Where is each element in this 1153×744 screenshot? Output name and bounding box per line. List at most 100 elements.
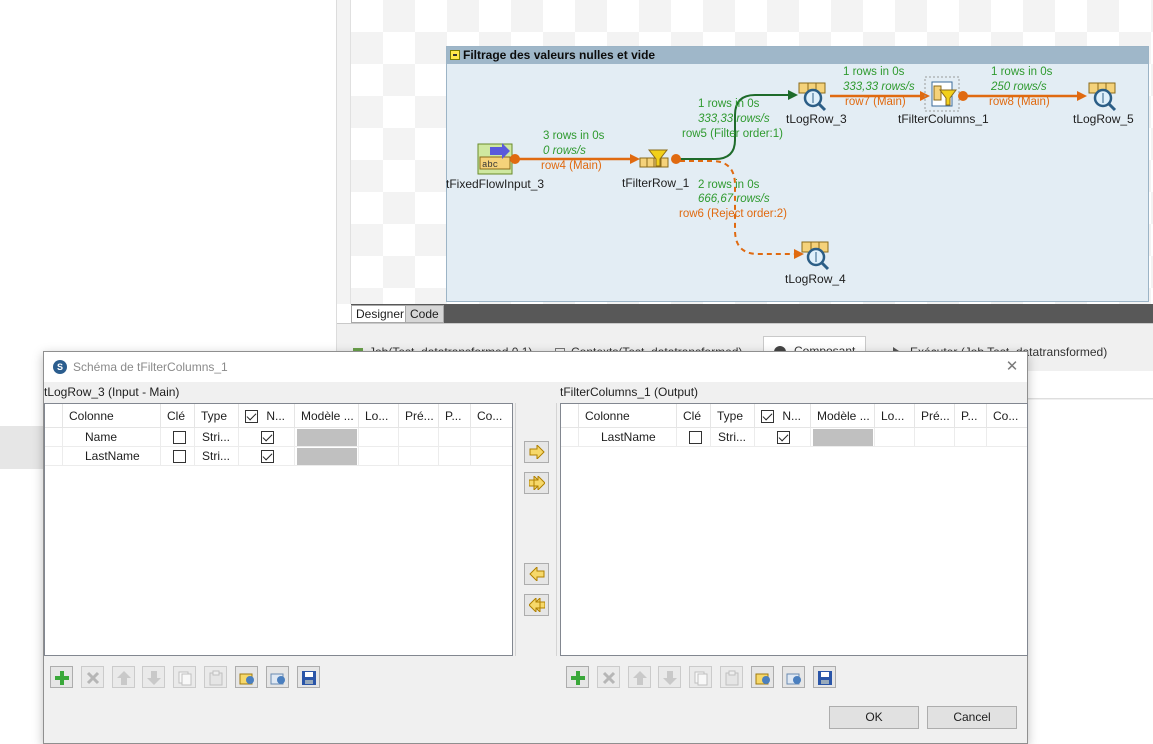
log-row-5-icon[interactable] <box>1088 82 1117 112</box>
nullable-cell[interactable] <box>755 428 811 447</box>
tab-code[interactable]: Code <box>405 305 444 323</box>
row8-name[interactable]: row8 (Main) <box>989 96 1050 108</box>
filter-columns-icon[interactable] <box>924 76 968 112</box>
type-cell[interactable]: Stri... <box>195 428 239 447</box>
log-row-4-icon[interactable] <box>801 241 830 271</box>
nullable-all-checkbox[interactable] <box>761 410 774 424</box>
precision-cell[interactable] <box>399 428 439 447</box>
cle-cell[interactable] <box>161 428 195 447</box>
export-schema-button[interactable] <box>782 666 805 688</box>
export-schema-button[interactable] <box>266 666 289 688</box>
row4-name[interactable]: row4 (Main) <box>541 160 602 172</box>
colonne-cell[interactable]: Name <box>63 428 161 447</box>
key-checkbox[interactable] <box>173 450 186 463</box>
filter-row-icon[interactable] <box>639 149 681 168</box>
ok-button[interactable]: OK <box>829 706 919 729</box>
log-row-3-label[interactable]: tLogRow_3 <box>786 112 847 126</box>
nullable-all-checkbox[interactable] <box>245 410 258 424</box>
col-header-modele[interactable]: Modèle ... <box>295 404 359 428</box>
pattern-cell[interactable] <box>439 447 471 466</box>
move-up-button[interactable] <box>112 666 135 688</box>
colonne-cell[interactable]: LastName <box>579 428 677 447</box>
col-header-nullable[interactable]: N... <box>239 404 295 428</box>
add-column-button[interactable] <box>566 666 589 688</box>
col-header-colonne[interactable]: Colonne <box>579 404 677 428</box>
key-checkbox[interactable] <box>689 431 702 444</box>
move-up-button[interactable] <box>628 666 651 688</box>
commentaire-cell[interactable] <box>987 428 1027 447</box>
commentaire-cell[interactable] <box>471 428 512 447</box>
import-schema-button[interactable] <box>235 666 258 688</box>
longueur-cell[interactable] <box>875 428 915 447</box>
col-header-colonne[interactable]: Colonne <box>63 404 161 428</box>
nullable-checkbox[interactable] <box>261 431 274 444</box>
tab-designer[interactable]: Designer <box>351 305 410 323</box>
input-schema-table[interactable]: Colonne Clé Type N... Modèle ... Lo... P… <box>44 403 513 656</box>
precision-cell[interactable] <box>915 428 955 447</box>
fixed-flow-input-label[interactable]: tFixedFlowInput_3 <box>446 177 544 191</box>
modele-cell[interactable] <box>295 428 359 447</box>
key-checkbox[interactable] <box>173 431 186 444</box>
col-header-cle[interactable]: Clé <box>677 404 711 428</box>
add-column-button[interactable] <box>50 666 73 688</box>
move-down-button[interactable] <box>142 666 165 688</box>
col-header-nullable[interactable]: N... <box>755 404 811 428</box>
paste-button[interactable] <box>720 666 743 688</box>
remove-column-button[interactable] <box>597 666 620 688</box>
commentaire-cell[interactable] <box>471 447 512 466</box>
fixed-flow-input-icon[interactable]: abc <box>477 143 520 175</box>
modele-cell[interactable] <box>295 447 359 466</box>
copy-button[interactable] <box>689 666 712 688</box>
save-schema-button[interactable] <box>297 666 320 688</box>
selected-tree-item[interactable] <box>0 426 44 469</box>
cle-cell[interactable] <box>161 447 195 466</box>
col-header-cle[interactable]: Clé <box>161 404 195 428</box>
nullable-cell[interactable] <box>239 447 295 466</box>
move-down-button[interactable] <box>658 666 681 688</box>
colonne-cell[interactable]: LastName <box>63 447 161 466</box>
copy-left-button[interactable] <box>524 563 549 585</box>
type-cell[interactable]: Stri... <box>195 447 239 466</box>
output-schema-table[interactable]: Colonne Clé Type N... Modèle ... Lo... P… <box>560 403 1028 656</box>
close-icon[interactable]: ✕ <box>1003 358 1021 376</box>
row7-name[interactable]: row7 (Main) <box>845 96 906 108</box>
cle-cell[interactable] <box>677 428 711 447</box>
remove-column-button[interactable] <box>81 666 104 688</box>
copy-right-button[interactable] <box>524 441 549 463</box>
nullable-checkbox[interactable] <box>777 431 790 444</box>
longueur-cell[interactable] <box>359 447 399 466</box>
longueur-cell[interactable] <box>359 428 399 447</box>
col-header-type[interactable]: Type <box>711 404 755 428</box>
log-row-3-icon[interactable] <box>798 82 827 112</box>
save-schema-button[interactable] <box>813 666 836 688</box>
log-row-5-label[interactable]: tLogRow_5 <box>1073 112 1134 126</box>
row6-name[interactable]: row6 (Reject order:2) <box>679 208 787 220</box>
col-header-commentaire[interactable]: Co... <box>987 404 1027 428</box>
col-header-modele[interactable]: Modèle ... <box>811 404 875 428</box>
cancel-button[interactable]: Cancel <box>927 706 1017 729</box>
col-header-type[interactable]: Type <box>195 404 239 428</box>
modele-cell[interactable] <box>811 428 875 447</box>
pattern-cell[interactable] <box>439 428 471 447</box>
col-header-longueur[interactable]: Lo... <box>359 404 399 428</box>
copy-button[interactable] <box>173 666 196 688</box>
precision-cell[interactable] <box>399 447 439 466</box>
filter-row-label[interactable]: tFilterRow_1 <box>622 176 689 190</box>
log-row-4-label[interactable]: tLogRow_4 <box>785 272 846 286</box>
filter-columns-label[interactable]: tFilterColumns_1 <box>898 112 989 126</box>
nullable-cell[interactable] <box>239 428 295 447</box>
col-header-precision[interactable]: Pré... <box>915 404 955 428</box>
copy-all-left-button[interactable] <box>524 594 549 616</box>
col-header-commentaire[interactable]: Co... <box>471 404 512 428</box>
col-header-pattern[interactable]: P... <box>955 404 987 428</box>
copy-all-right-button[interactable] <box>524 472 549 494</box>
import-schema-button[interactable] <box>751 666 774 688</box>
col-header-precision[interactable]: Pré... <box>399 404 439 428</box>
paste-button[interactable] <box>204 666 227 688</box>
col-header-pattern[interactable]: P... <box>439 404 471 428</box>
type-cell[interactable]: Stri... <box>711 428 755 447</box>
nullable-checkbox[interactable] <box>261 450 274 463</box>
row5-name[interactable]: row5 (Filter order:1) <box>682 128 783 140</box>
col-header-longueur[interactable]: Lo... <box>875 404 915 428</box>
dialog-titlebar[interactable]: S Schéma de tFilterColumns_1 ✕ <box>44 352 1027 382</box>
